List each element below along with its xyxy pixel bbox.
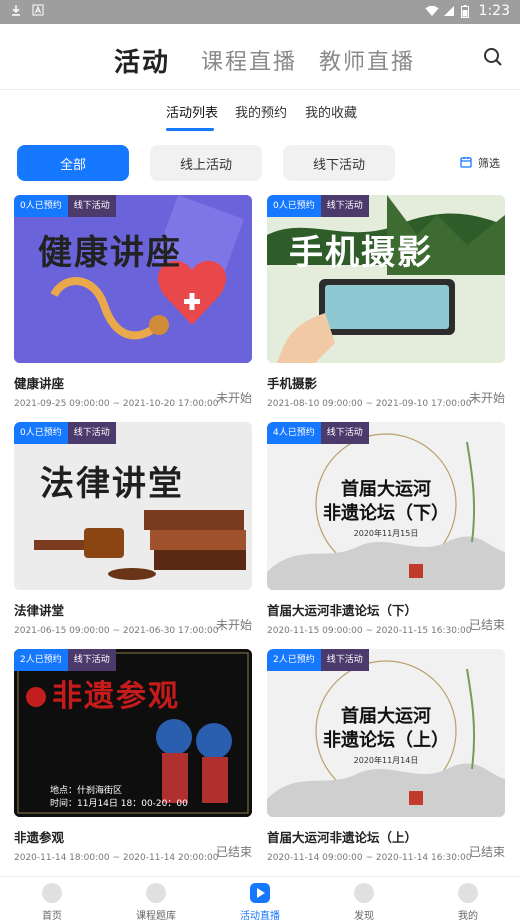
card-title: 首届大运河非遗论坛（下） bbox=[267, 603, 418, 618]
activity-card[interactable]: 首届大运河 非遗论坛（下） 2020年11月15日 4人已预约 线下活动 首届大… bbox=[267, 422, 505, 642]
activity-thumbnail: 法律讲堂 0人已预约 线下活动 bbox=[14, 422, 252, 590]
card-status: 已结束 bbox=[468, 845, 505, 859]
card-badges: 0人已预约 线下活动 bbox=[14, 422, 116, 444]
nav-discover[interactable]: 发现 bbox=[324, 883, 404, 922]
card-title: 健康讲座 bbox=[14, 376, 65, 391]
activity-card[interactable]: 首届大运河 非遗论坛（上） 2020年11月14日 2人已预约 线下活动 首届大… bbox=[267, 649, 505, 869]
signal-icon bbox=[443, 5, 455, 17]
subtab-activity-list[interactable]: 活动列表 bbox=[166, 102, 218, 121]
live-play-icon bbox=[250, 883, 270, 903]
card-badges: 2人已预约 线下活动 bbox=[267, 649, 369, 671]
activity-thumbnail: 首届大运河 非遗论坛（上） 2020年11月14日 2人已预约 线下活动 bbox=[267, 649, 505, 817]
card-badges: 2人已预约 线下活动 bbox=[14, 649, 116, 671]
nav-label: 活动直播 bbox=[240, 911, 280, 922]
notification-a-icon bbox=[32, 4, 44, 16]
card-title: 非遗参观 bbox=[14, 830, 65, 845]
nav-label: 首页 bbox=[42, 911, 62, 922]
card-title: 法律讲堂 bbox=[14, 603, 65, 618]
card-dates: 2021-06-15 09:00:00 ~ 2021-06-30 17:00:0… bbox=[14, 626, 219, 636]
activity-type-badge: 线下活动 bbox=[67, 649, 116, 671]
nav-profile[interactable]: 我的 bbox=[428, 883, 508, 922]
sub-tab-bar: 活动列表 我的预约 我的收藏 bbox=[0, 90, 520, 134]
tab-activity[interactable]: 活动 bbox=[114, 42, 170, 79]
reservation-count-badge: 2人已预约 bbox=[267, 649, 321, 671]
tab-course-live[interactable]: 课程直播 bbox=[201, 44, 297, 76]
wifi-icon bbox=[425, 5, 439, 17]
thumbnail-caption: 法律讲堂 bbox=[40, 464, 184, 504]
filter-calendar-icon bbox=[460, 156, 472, 171]
clock-time: 1:23 bbox=[478, 3, 510, 19]
reservation-count-badge: 0人已预约 bbox=[14, 195, 68, 217]
home-icon bbox=[42, 883, 62, 903]
thumbnail-caption: 首届大运河 非遗论坛（下） bbox=[323, 479, 449, 524]
thumbnail-date: 2020年11月14日 bbox=[353, 756, 419, 765]
card-status: 未开始 bbox=[215, 618, 252, 632]
activity-card[interactable]: 手机摄影 0人已预约 线下活动 手机摄影 未开始 2021-08-10 09:0… bbox=[267, 195, 505, 415]
download-icon bbox=[10, 4, 22, 16]
reservation-count-badge: 2人已预约 bbox=[14, 649, 68, 671]
card-status: 已结束 bbox=[215, 845, 252, 859]
card-badges: 0人已预约 线下活动 bbox=[14, 195, 116, 217]
reservation-count-badge: 4人已预约 bbox=[267, 422, 321, 444]
card-status: 未开始 bbox=[468, 391, 505, 405]
tab-teacher-live[interactable]: 教师直播 bbox=[319, 44, 415, 76]
nav-home[interactable]: 首页 bbox=[12, 883, 92, 922]
nav-label: 发现 bbox=[354, 911, 374, 922]
activity-thumbnail: 手机摄影 0人已预约 线下活动 bbox=[267, 195, 505, 363]
activity-type-badge: 线下活动 bbox=[320, 649, 369, 671]
subtab-active-indicator bbox=[166, 128, 214, 131]
battery-icon bbox=[460, 5, 473, 18]
filter-online-button[interactable]: 线上活动 bbox=[150, 145, 262, 181]
thumbnail-caption: 健康讲座 bbox=[38, 233, 182, 273]
activity-thumbnail: 首届大运河 非遗论坛（下） 2020年11月15日 4人已预约 线下活动 bbox=[267, 422, 505, 590]
card-status: 未开始 bbox=[215, 391, 252, 405]
card-dates: 2021-09-25 09:00:00 ~ 2021-10-20 17:00:0… bbox=[14, 399, 219, 409]
filter-all-button[interactable]: 全部 bbox=[17, 145, 129, 181]
activity-card[interactable]: 法律讲堂 0人已预约 线下活动 法律讲堂 未开始 2021-06-15 09:0… bbox=[14, 422, 252, 642]
card-dates: 2020-11-14 18:00:00 ~ 2020-11-14 20:00:0… bbox=[14, 853, 219, 863]
card-dates: 2020-11-14 09:00:00 ~ 2020-11-14 16:30:0… bbox=[267, 853, 472, 863]
card-title: 手机摄影 bbox=[267, 376, 318, 391]
profile-icon bbox=[458, 883, 478, 903]
thumbnail-caption: 手机摄影 bbox=[289, 233, 433, 273]
thumbnail-date: 2020年11月15日 bbox=[353, 529, 419, 538]
card-status: 已结束 bbox=[468, 618, 505, 632]
activity-card[interactable]: 非遗参观 地点：什刹海街区 时间：11月14日 18：00-20：00 2人已预… bbox=[14, 649, 252, 869]
question-bank-icon bbox=[146, 883, 166, 903]
activity-type-badge: 线下活动 bbox=[320, 422, 369, 444]
nav-label: 课程题库 bbox=[136, 911, 176, 922]
reservation-count-badge: 0人已预约 bbox=[267, 195, 321, 217]
card-badges: 4人已预约 线下活动 bbox=[267, 422, 369, 444]
nav-activity-live[interactable]: 活动直播 bbox=[220, 883, 300, 922]
card-dates: 2020-11-15 09:00:00 ~ 2020-11-15 16:30:0… bbox=[267, 626, 472, 636]
top-tab-bar: 活动 课程直播 教师直播 bbox=[0, 24, 520, 90]
filter-bar: 全部 线上活动 线下活动 筛选 bbox=[0, 145, 520, 181]
reservation-count-badge: 0人已预约 bbox=[14, 422, 68, 444]
activity-thumbnail: 健康讲座 0人已预约 线下活动 bbox=[14, 195, 252, 363]
search-icon[interactable] bbox=[482, 46, 504, 68]
activity-type-badge: 线下活动 bbox=[67, 422, 116, 444]
discover-icon bbox=[354, 883, 374, 903]
activity-card[interactable]: 健康讲座 0人已预约 线下活动 健康讲座 未开始 2021-09-25 09:0… bbox=[14, 195, 252, 415]
filter-link[interactable]: 筛选 bbox=[460, 155, 500, 171]
card-badges: 0人已预约 线下活动 bbox=[267, 195, 369, 217]
activity-thumbnail: 非遗参观 地点：什刹海街区 时间：11月14日 18：00-20：00 2人已预… bbox=[14, 649, 252, 817]
activity-type-badge: 线下活动 bbox=[67, 195, 116, 217]
card-dates: 2021-08-10 09:00:00 ~ 2021-09-10 17:00:0… bbox=[267, 399, 472, 409]
subtab-my-favorites[interactable]: 我的收藏 bbox=[305, 102, 357, 121]
filter-offline-button[interactable]: 线下活动 bbox=[283, 145, 395, 181]
nav-question-bank[interactable]: 课程题库 bbox=[116, 883, 196, 922]
nav-label: 我的 bbox=[458, 911, 478, 922]
thumbnail-info: 地点：什刹海街区 时间：11月14日 18：00-20：00 bbox=[50, 786, 188, 809]
status-bar: 1:23 bbox=[0, 0, 520, 24]
card-title: 首届大运河非遗论坛（上） bbox=[267, 830, 418, 845]
thumbnail-caption: 非遗参观 bbox=[52, 679, 180, 714]
thumbnail-caption: 首届大运河 非遗论坛（上） bbox=[323, 706, 449, 751]
bottom-navigation: 首页 课程题库 活动直播 发现 我的 bbox=[0, 876, 520, 924]
filter-label: 筛选 bbox=[478, 157, 500, 170]
subtab-my-reservations[interactable]: 我的预约 bbox=[235, 102, 287, 121]
activity-type-badge: 线下活动 bbox=[320, 195, 369, 217]
